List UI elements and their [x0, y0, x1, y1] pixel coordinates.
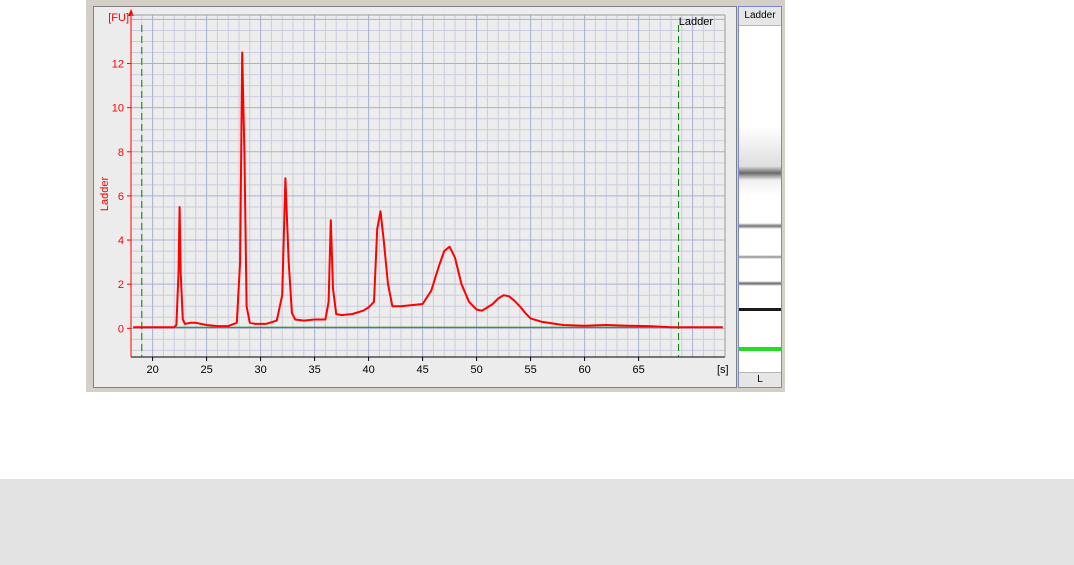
gel-band: [739, 308, 781, 311]
x-tick-label: 30: [254, 364, 266, 376]
gel-band: [739, 255, 781, 259]
x-tick-label: 20: [146, 364, 158, 376]
electropherogram-panel: 20 25 30 35 40 45 50 55 60 65 0 2 4 6 8 10 12 [FU] [s] L…: [86, 0, 785, 392]
y-unit-label: [FU]: [108, 12, 129, 24]
y-tick-label: 10: [112, 103, 124, 115]
x-tick-label: 65: [632, 364, 644, 376]
x-tick-label: 25: [200, 364, 212, 376]
gel-lane-header: Ladder: [739, 7, 781, 26]
x-tick-label: 40: [362, 364, 374, 376]
y-tick-label: 8: [118, 147, 124, 159]
y-tick-label: 6: [118, 191, 124, 203]
gel-band: [739, 223, 781, 229]
gel-band: [739, 281, 781, 286]
gel-marker-band: [739, 347, 781, 351]
x-tick-label: 55: [524, 364, 536, 376]
plot-area: [131, 15, 725, 357]
gel-band: [739, 166, 781, 180]
plot-frame: 20 25 30 35 40 45 50 55 60 65 0 2 4 6 8 10 12 [FU] [s] L…: [93, 6, 737, 388]
x-tick-label: 45: [416, 364, 428, 376]
gel-band-diffuse: [739, 126, 781, 196]
gel-lane[interactable]: Ladder L: [738, 6, 782, 388]
y-tick-label: 4: [118, 235, 124, 247]
chart-title: Ladder: [679, 16, 714, 28]
y-tick-label: 2: [118, 279, 124, 291]
x-tick-label: 35: [308, 364, 320, 376]
bottom-status-area: [0, 479, 1074, 565]
x-tick-label: 50: [470, 364, 482, 376]
y-tick-label: 0: [118, 323, 124, 335]
y-tick-label: 12: [112, 59, 124, 71]
x-tick-label: 60: [578, 364, 590, 376]
y-axis-title: Ladder: [99, 177, 111, 212]
gel-lane-body: [739, 26, 781, 373]
gel-lane-footer: L: [739, 372, 781, 387]
x-unit-label: [s]: [717, 364, 729, 376]
electropherogram-chart: 20 25 30 35 40 45 50 55 60 65 0 2 4 6 8 10 12 [FU] [s] L…: [99, 9, 729, 376]
